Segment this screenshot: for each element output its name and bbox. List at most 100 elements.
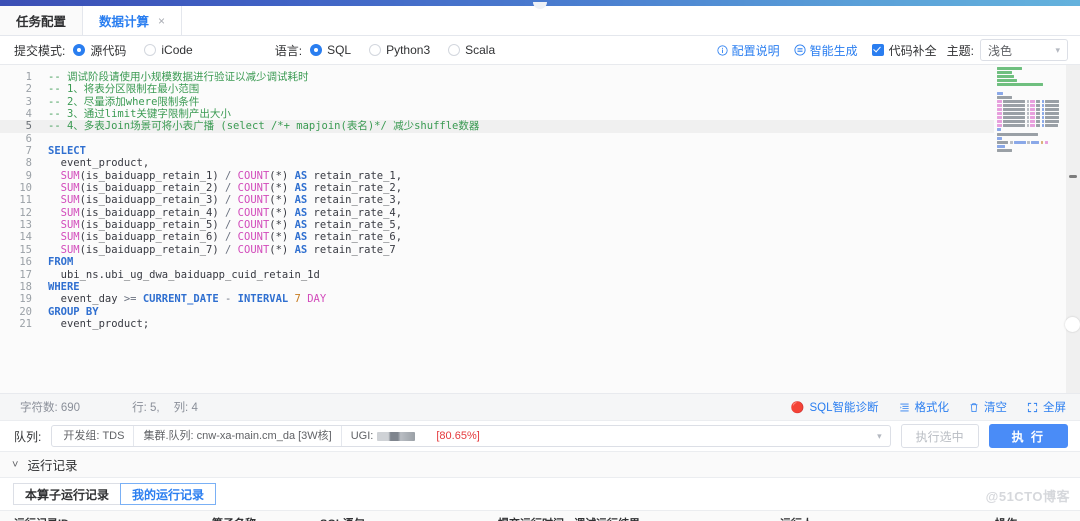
code-token: SUM <box>48 182 80 195</box>
code-token: / <box>225 194 238 207</box>
run-records-title: 运行记录 <box>27 459 78 473</box>
code-line[interactable]: FROM <box>38 256 1080 268</box>
radio-language-scala[interactable]: Scala <box>448 43 495 57</box>
code-token: / <box>225 219 238 232</box>
code-token: COUNT <box>237 169 270 182</box>
line-number: 13 <box>19 219 32 232</box>
fullscreen-icon <box>1027 402 1038 412</box>
code-token: CURRENT_DATE <box>142 293 219 306</box>
code-line[interactable]: event_day >= CURRENT_DATE - INTERVAL 7 D… <box>38 293 1080 305</box>
sql-diagnose-label: SQL智能诊断 <box>809 402 879 414</box>
code-line[interactable]: GROUP BY <box>38 306 1080 318</box>
run-button[interactable]: 执 行 <box>988 424 1068 448</box>
code-token: (*) <box>269 231 295 244</box>
table-column-header: 运行人 <box>766 515 981 521</box>
fullscreen-label: 全屏 <box>1043 402 1066 414</box>
code-token: AS <box>294 219 308 232</box>
code-line[interactable]: SUM(is_baiduapp_retain_4) / COUNT(*) AS … <box>38 207 1080 219</box>
code-token: (is_baiduapp_retain_1) <box>79 169 226 182</box>
format-button[interactable]: 格式化 <box>899 399 949 415</box>
run-selected-button[interactable]: 执行选中 <box>900 424 979 448</box>
config-help-button[interactable]: 配置说明 <box>717 42 780 59</box>
radio-label: Python3 <box>386 43 431 57</box>
code-line[interactable] <box>38 133 1080 145</box>
smart-generate-label: 智能生成 <box>809 43 858 58</box>
close-icon[interactable]: × <box>158 15 165 27</box>
chevron-down-icon: ▾ <box>877 430 882 441</box>
code-line[interactable]: SUM(is_baiduapp_retain_3) / COUNT(*) AS … <box>38 194 1080 206</box>
code-line[interactable]: ubi_ns.ubi_ug_dwa_baiduapp_cuid_retain_1… <box>38 269 1080 281</box>
cluster-queue-chip: 集群.队列: cnw-xa-main.cm_da [3W核] <box>134 426 342 446</box>
sql-diagnose-button[interactable]: 🔴 SQL智能诊断 <box>791 399 879 415</box>
queue-selector[interactable]: 开发组: TDS 集群.队列: cnw-xa-main.cm_da [3W核] … <box>51 425 891 447</box>
code-token: event_day <box>48 293 124 306</box>
radio-submit-mode-source[interactable]: 源代码 <box>73 42 126 59</box>
smart-generate-button[interactable]: 智能生成 <box>794 42 858 59</box>
code-token: -- 调试阶段请使用小规模数据进行验证以减少调试耗时 <box>48 71 309 83</box>
code-line[interactable]: WHERE <box>38 281 1080 293</box>
code-editor[interactable]: 1 2 3 4 5 6 7 8 9 10 11 12 13 14 15 16 17 18 19 20 21 -- 调试阶… <box>0 65 1080 394</box>
submit-mode-radio-group: 源代码 iCode <box>73 42 210 59</box>
tab-data-compute[interactable]: 数据计算 × <box>83 6 183 35</box>
code-line[interactable]: -- 3、通过limit关键字限制产出大小 <box>38 108 1080 120</box>
code-line[interactable]: -- 4、多表Join场景可将小表广播 (select /*+ mapjoin(… <box>38 120 1080 133</box>
code-token: (*) <box>269 243 295 256</box>
code-token: SUM <box>48 243 80 256</box>
tab-operator-run-records[interactable]: 本算子运行记录 <box>13 483 122 505</box>
line-number: 19 <box>19 293 32 306</box>
code-token: COUNT <box>237 231 270 244</box>
code-line[interactable]: event_product; <box>38 318 1080 330</box>
code-line[interactable]: SUM(is_baiduapp_retain_5) / COUNT(*) AS … <box>38 219 1080 231</box>
code-line[interactable]: SUM(is_baiduapp_retain_2) / COUNT(*) AS … <box>38 182 1080 194</box>
radio-label: SQL <box>327 43 352 57</box>
radio-submit-mode-icode[interactable]: iCode <box>144 43 193 57</box>
editor-vertical-scrollbar[interactable] <box>1065 65 1080 393</box>
code-token: AS <box>294 169 308 182</box>
line-number: 20 <box>19 305 32 318</box>
code-token: >= <box>123 293 143 306</box>
code-line[interactable]: event_product, <box>38 157 1080 169</box>
code-line[interactable]: -- 1、将表分区限制在最小范围 <box>38 83 1080 95</box>
tab-my-run-records[interactable]: 我的运行记录 <box>120 483 217 505</box>
table-column-header: 操作 <box>981 515 1080 521</box>
code-token: AS <box>294 243 308 256</box>
language-label: 语言: <box>274 43 303 58</box>
radio-language-sql[interactable]: SQL <box>310 43 351 57</box>
chevron-down-icon: ▾ <box>1055 44 1060 55</box>
trash-icon <box>970 402 978 412</box>
checkbox-check-icon <box>871 44 884 56</box>
code-token: retain_rate_4, <box>307 206 403 219</box>
code-content[interactable]: -- 调试阶段请使用小规模数据进行验证以减少调试耗时 -- 1、将表分区限制在最小… <box>38 65 1080 393</box>
code-editor-body[interactable]: 1 2 3 4 5 6 7 8 9 10 11 12 13 14 15 16 17 18 19 20 21 -- 调试阶… <box>0 65 1080 393</box>
line-number: 18 <box>19 280 32 293</box>
tab-task-config[interactable]: 任务配置 <box>0 6 84 35</box>
code-line[interactable]: SELECT <box>38 145 1080 157</box>
cursor-row: 行: 5, <box>132 402 160 414</box>
clear-button[interactable]: 清空 <box>969 399 1007 415</box>
code-line[interactable]: -- 调试阶段请使用小规模数据进行验证以减少调试耗时 <box>38 71 1080 83</box>
code-token: DAY <box>307 293 327 306</box>
clear-label: 清空 <box>984 402 1007 414</box>
radio-language-python3[interactable]: Python3 <box>369 43 430 57</box>
code-line[interactable]: SUM(is_baiduapp_retain_7) / COUNT(*) AS … <box>38 244 1080 256</box>
code-token: WHERE <box>48 280 80 293</box>
table-column-header: 调试运行结果 <box>560 515 766 521</box>
run-records-section-header[interactable]: ˅ 运行记录 <box>0 452 1080 478</box>
code-line[interactable]: -- 2、尽量添加where限制条件 <box>38 96 1080 108</box>
code-token: (is_baiduapp_retain_4) <box>79 206 226 219</box>
code-token: INTERVAL <box>237 293 289 306</box>
code-token: SUM <box>48 194 80 207</box>
scrollbar-handle[interactable] <box>1065 317 1080 332</box>
line-number: 15 <box>19 243 32 256</box>
fullscreen-button[interactable]: 全屏 <box>1027 399 1066 415</box>
tab-label: 数据计算 <box>99 15 150 29</box>
code-token: (is_baiduapp_retain_5) <box>79 219 226 232</box>
radio-dot-icon <box>310 44 323 56</box>
submit-mode-label: 提交模式: <box>14 43 66 58</box>
status-action-group: 🔴 SQL智能诊断 格式化 清空 全屏 <box>791 399 1066 415</box>
code-line[interactable]: SUM(is_baiduapp_retain_1) / COUNT(*) AS … <box>38 170 1080 182</box>
radio-dot-icon <box>448 44 461 56</box>
code-line[interactable]: SUM(is_baiduapp_retain_6) / COUNT(*) AS … <box>38 231 1080 243</box>
theme-select[interactable]: 浅色 ▾ <box>980 39 1068 61</box>
code-complete-checkbox[interactable]: 代码补全 <box>871 42 937 59</box>
